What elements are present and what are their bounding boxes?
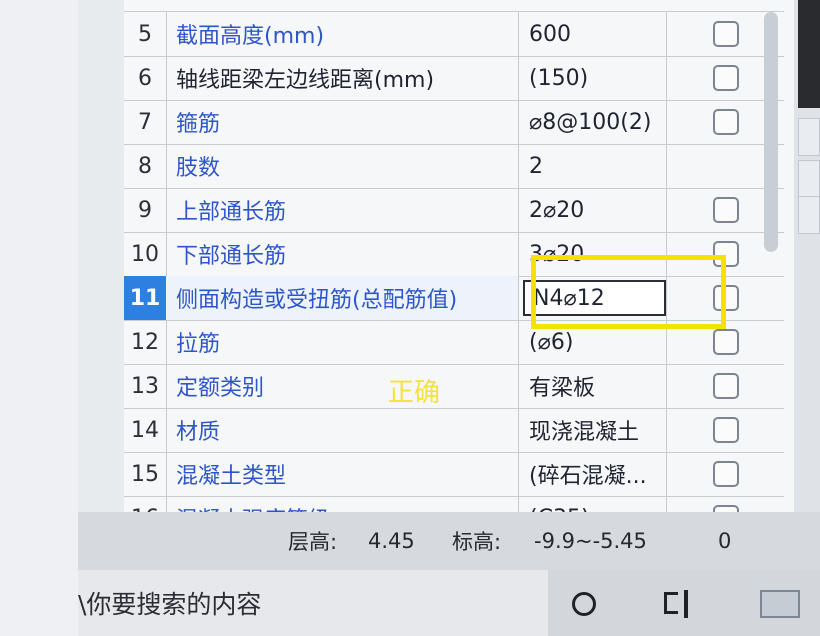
attach-checkbox[interactable]: [712, 197, 739, 223]
attach-checkbox[interactable]: [712, 21, 739, 47]
property-value: (碎石混凝...: [529, 464, 647, 489]
table-row[interactable]: 6 轴线距梁左边线距离(mm) (150): [124, 56, 784, 101]
row-number: 6: [124, 56, 167, 100]
status-bar: 层高: 4.45 标高: -9.9~-5.45 0: [78, 512, 820, 570]
property-value-cell[interactable]: 600: [519, 12, 667, 56]
row-number: 12: [124, 320, 167, 364]
taskbar-search-box[interactable]: \你要搜索的内容: [78, 570, 548, 636]
row-number: 13: [124, 364, 167, 408]
property-name: 侧面构造或受扭筋(总配筋值): [166, 276, 519, 320]
property-name: 拉筋: [166, 320, 519, 364]
property-value-cell[interactable]: 2⌀20: [519, 188, 667, 232]
side-button[interactable]: [798, 196, 820, 234]
cortana-circle-icon[interactable]: [572, 592, 596, 616]
photo-frame: 5 截面高度(mm) 600 6 轴线距梁左边线距离(mm) (150) 7 箍筋 ⌀8@100…: [78, 0, 820, 636]
overlay-label: 正确: [388, 378, 441, 408]
property-name: 上部通长筋: [166, 188, 519, 232]
row-number: 5: [124, 12, 167, 56]
property-value: ⌀8@100(2): [529, 109, 652, 135]
highlight-box: [531, 255, 726, 329]
property-name: 下部通长筋: [166, 232, 519, 276]
vertical-scrollbar[interactable]: [764, 12, 778, 252]
table-row-partial: [124, 0, 784, 12]
property-name: 材质: [166, 408, 519, 452]
property-name: 轴线距梁左边线距离(mm): [166, 56, 519, 100]
property-name: 定额类别: [166, 364, 519, 408]
floor-height-label: 层高:: [288, 530, 338, 554]
property-value-cell[interactable]: (150): [519, 56, 667, 100]
elevation-value: -9.9~-5.45: [534, 529, 647, 553]
attach-checkbox[interactable]: [712, 109, 739, 135]
checkbox-cell: [667, 452, 784, 496]
property-name: 箍筋: [166, 100, 519, 144]
row-number: 14: [124, 408, 167, 452]
task-view-icon[interactable]: [664, 590, 694, 618]
table-row[interactable]: 5 截面高度(mm) 600: [124, 12, 784, 57]
table-row[interactable]: 13 定额类别 有梁板: [124, 364, 784, 409]
property-value: (⌀6): [529, 329, 574, 355]
taskbar: \你要搜索的内容: [78, 570, 820, 636]
property-value: 现浇混凝土: [529, 420, 640, 445]
property-value-cell[interactable]: 现浇混凝土: [519, 408, 667, 452]
property-value: 有梁板: [529, 376, 596, 401]
attach-checkbox[interactable]: [712, 329, 739, 355]
property-value: (150): [529, 65, 589, 91]
property-value-cell[interactable]: ⌀8@100(2): [519, 100, 667, 144]
row-number: 11: [124, 276, 167, 320]
attach-checkbox[interactable]: [712, 65, 739, 91]
table-row[interactable]: 14 材质 现浇混凝土: [124, 408, 784, 453]
attach-checkbox[interactable]: [712, 461, 739, 487]
property-name: 混凝土类型: [166, 452, 519, 496]
elevation-label: 标高:: [452, 530, 502, 554]
table-row[interactable]: 9 上部通长筋 2⌀20: [124, 188, 784, 233]
row-number: 10: [124, 232, 167, 276]
table-row[interactable]: 7 箍筋 ⌀8@100(2): [124, 100, 784, 145]
floor-height-value: 4.45: [368, 529, 415, 553]
property-name: 肢数: [166, 144, 519, 188]
table-row[interactable]: 8 肢数 2: [124, 144, 784, 189]
row-number: 7: [124, 100, 167, 144]
row-number: 15: [124, 452, 167, 496]
checkbox-cell: [667, 364, 784, 408]
row-number: 9: [124, 188, 167, 232]
property-value-cell[interactable]: (碎石混凝...: [519, 452, 667, 496]
side-button[interactable]: [798, 118, 820, 156]
properties-table: 5 截面高度(mm) 600 6 轴线距梁左边线距离(mm) (150) 7 箍筋 ⌀8@100…: [124, 0, 820, 541]
app-icon[interactable]: [760, 590, 800, 618]
property-value: 2⌀20: [529, 197, 585, 223]
property-value-cell[interactable]: 有梁板: [519, 364, 667, 408]
table-row[interactable]: 15 混凝土类型 (碎石混凝...: [124, 452, 784, 497]
property-value: 600: [529, 21, 571, 47]
property-value: 2: [529, 153, 543, 179]
row-number: 8: [124, 144, 167, 188]
search-placeholder: \你要搜索的内容: [78, 590, 262, 619]
property-name: 截面高度(mm): [166, 12, 519, 56]
attach-checkbox[interactable]: [712, 417, 739, 443]
preview-panel: [798, 0, 820, 108]
checkbox-cell: [667, 408, 784, 452]
attach-checkbox[interactable]: [712, 373, 739, 399]
property-value-cell[interactable]: 2: [519, 144, 667, 188]
status-extra-value: 0: [718, 529, 732, 553]
side-button[interactable]: [798, 160, 820, 198]
